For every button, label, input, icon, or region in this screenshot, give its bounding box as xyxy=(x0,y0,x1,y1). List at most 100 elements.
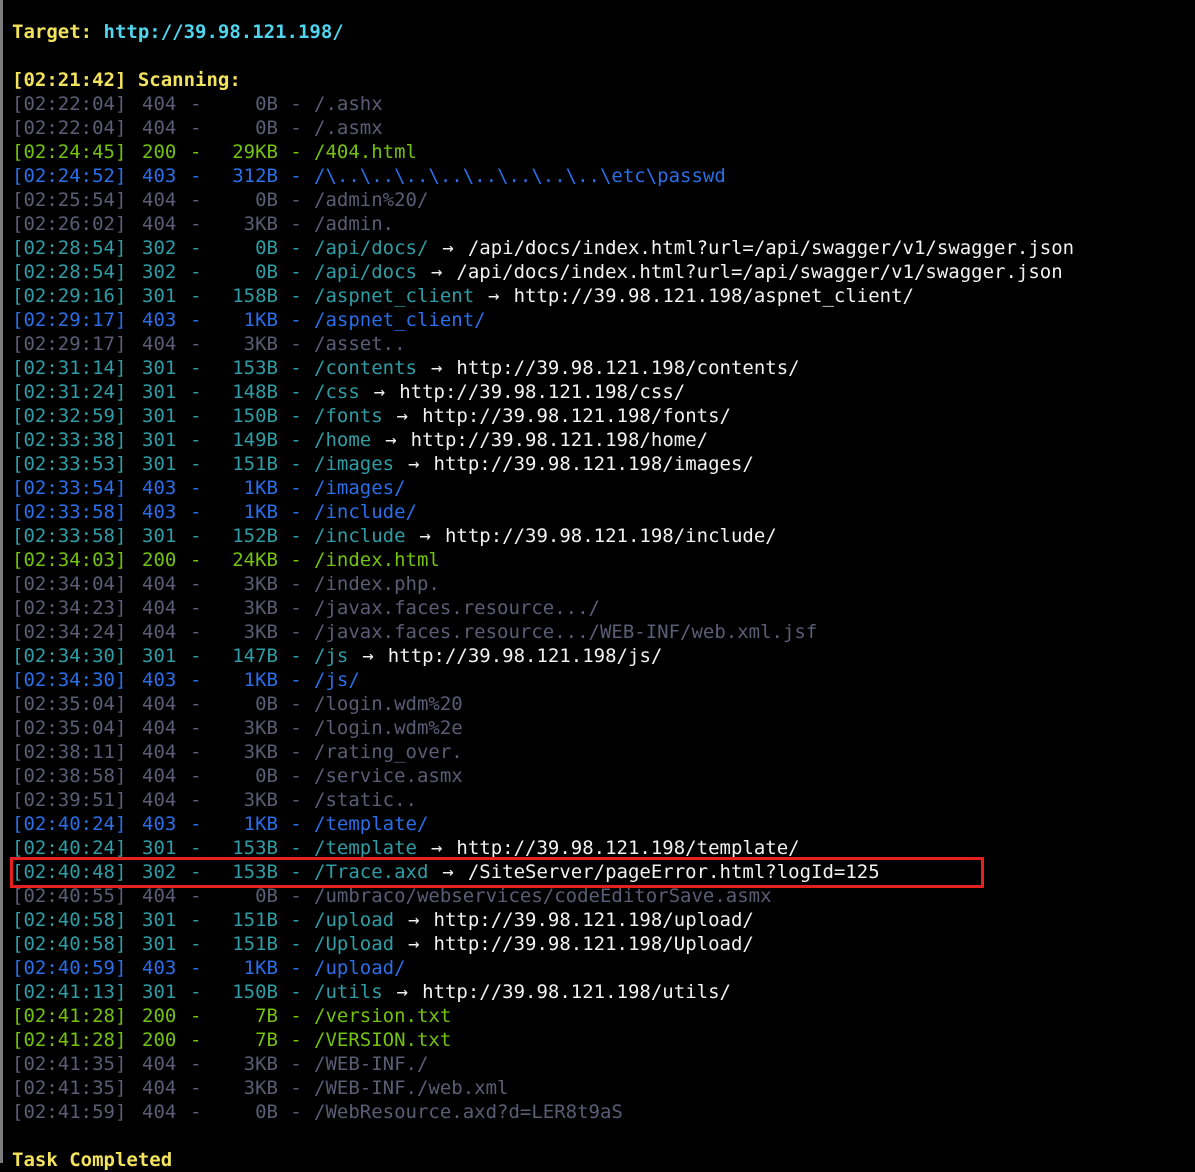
row-dash: - xyxy=(190,693,202,715)
scan-row: [02:40:59] 403-1KB -/upload/ xyxy=(12,956,1195,980)
row-status-code: 301 xyxy=(142,981,177,1003)
row-status-code: 301 xyxy=(142,525,177,547)
row-dash: - xyxy=(290,357,302,379)
row-size: 0B xyxy=(255,885,278,907)
row-time: [02:32:59] xyxy=(12,405,127,427)
row-dash: - xyxy=(290,405,302,427)
row-dash: - xyxy=(290,1053,302,1075)
row-path: /template/ xyxy=(314,813,429,835)
row-path: /rating_over. xyxy=(314,741,463,763)
row-dash: - xyxy=(190,573,202,595)
scan-row: [02:28:54] 302-0B -/api/docs →/api/docs/ind… xyxy=(12,260,1195,284)
scan-row: [02:31:24] 301-148B -/css → http://39.98.121… xyxy=(12,380,1195,404)
row-dash: - xyxy=(190,741,202,763)
row-size: 3KB xyxy=(243,1053,278,1075)
row-time: [02:28:54] xyxy=(12,261,127,283)
row-size: 312B xyxy=(232,165,278,187)
row-time: [02:41:35] xyxy=(12,1077,127,1099)
row-path: /asset.. xyxy=(314,333,406,355)
row-dash: - xyxy=(290,189,302,211)
row-dash: - xyxy=(190,1029,202,1051)
row-dash: - xyxy=(190,1005,202,1027)
row-status-code: 403 xyxy=(142,957,177,979)
row-path: /\..\..\..\..\..\..\..\..\etc\passwd xyxy=(314,165,726,187)
row-dash: - xyxy=(190,813,202,835)
scan-row: [02:34:30] 403-1KB -/js/ xyxy=(12,668,1195,692)
row-time: [02:25:54] xyxy=(12,189,127,211)
row-time: [02:34:03] xyxy=(12,549,127,571)
row-dash: - xyxy=(290,813,302,835)
row-size: 151B xyxy=(232,909,278,931)
scan-row: [02:38:11] 404-3KB -/rating_over. xyxy=(12,740,1195,764)
row-size: 150B xyxy=(232,405,278,427)
row-dash: - xyxy=(190,405,202,427)
row-dash: - xyxy=(290,549,302,571)
row-time: [02:35:04] xyxy=(12,717,127,739)
row-time: [02:24:52] xyxy=(12,165,127,187)
scan-row: [02:35:04] 404-0B -/login.wdm%20 xyxy=(12,692,1195,716)
scan-row: [02:32:59] 301-150B -/fonts → http://39.98.1… xyxy=(12,404,1195,428)
redirect-arrow: → xyxy=(419,525,431,547)
row-dash: - xyxy=(290,645,302,667)
row-path: /images xyxy=(314,453,395,475)
row-size: 1KB xyxy=(243,813,278,835)
row-path: /admin%20/ xyxy=(314,189,429,211)
row-dash: - xyxy=(190,429,202,451)
row-size: 153B xyxy=(232,861,278,883)
scan-label: Scanning: xyxy=(137,69,241,91)
scan-row: [02:33:38] 301-149B -/home → http://39.98.12… xyxy=(12,428,1195,452)
row-path: /admin. xyxy=(314,213,395,235)
row-size: 0B xyxy=(255,117,278,139)
row-size: 153B xyxy=(232,837,278,859)
row-size: 3KB xyxy=(243,741,278,763)
row-dash: - xyxy=(190,333,202,355)
row-time: [02:39:51] xyxy=(12,789,127,811)
row-size: 3KB xyxy=(243,789,278,811)
row-size: 3KB xyxy=(243,1077,278,1099)
row-status-code: 404 xyxy=(142,765,177,787)
row-path: /index.php. xyxy=(314,573,440,595)
target-label: Target: xyxy=(12,21,93,43)
row-path: /.asmx xyxy=(314,117,383,139)
row-time: [02:33:54] xyxy=(12,477,127,499)
row-path: /include xyxy=(314,525,406,547)
scan-row: [02:33:58] 403-1KB -/include/ xyxy=(12,500,1195,524)
scan-row: [02:34:03] 200-24KB -/index.html xyxy=(12,548,1195,572)
row-path: /umbraco/webservices/codeEditorSave.asmx xyxy=(314,885,772,907)
row-path: /WEB-INF./web.xml xyxy=(314,1077,509,1099)
row-status-code: 404 xyxy=(142,93,177,115)
row-path: /js xyxy=(314,645,349,667)
row-size: 153B xyxy=(232,357,278,379)
row-time: [02:40:55] xyxy=(12,885,127,907)
row-path: /VERSION.txt xyxy=(314,1029,452,1051)
row-dash: - xyxy=(290,93,302,115)
row-status-code: 403 xyxy=(142,501,177,523)
scan-row: [02:40:58] 301-151B -/Upload → http://39.98.… xyxy=(12,932,1195,956)
row-time: [02:33:53] xyxy=(12,453,127,475)
scan-row: [02:34:30] 301-147B -/js → http://39.98.121.… xyxy=(12,644,1195,668)
row-path: /aspnet_client xyxy=(314,285,475,307)
row-dash: - xyxy=(290,885,302,907)
row-size: 1KB xyxy=(243,309,278,331)
row-status-code: 404 xyxy=(142,117,177,139)
scan-row: [02:29:16] 301-158B -/aspnet_client → http:/… xyxy=(12,284,1195,308)
row-size: 1KB xyxy=(243,501,278,523)
row-dash: - xyxy=(290,213,302,235)
row-status-code: 404 xyxy=(142,189,177,211)
row-time: [02:28:54] xyxy=(12,237,127,259)
row-status-code: 200 xyxy=(142,141,177,163)
row-status-code: 301 xyxy=(142,429,177,451)
redirect-arrow: → xyxy=(430,357,443,379)
row-status-code: 403 xyxy=(142,669,177,691)
row-status-code: 404 xyxy=(142,789,177,811)
row-dash: - xyxy=(190,141,202,163)
row-redirect: http://39.98.121.198/aspnet_client/ xyxy=(513,285,914,307)
scan-row: [02:22:04] 404-0B -/.asmx xyxy=(12,116,1195,140)
scan-row: [02:38:58] 404-0B -/service.asmx xyxy=(12,764,1195,788)
row-redirect: http://39.98.121.198/utils/ xyxy=(422,981,731,1003)
row-path: /api/docs xyxy=(314,261,417,283)
scan-row: [02:35:04] 404-3KB -/login.wdm%2e xyxy=(12,716,1195,740)
row-path: /login.wdm%20 xyxy=(314,693,463,715)
row-size: 3KB xyxy=(243,213,278,235)
